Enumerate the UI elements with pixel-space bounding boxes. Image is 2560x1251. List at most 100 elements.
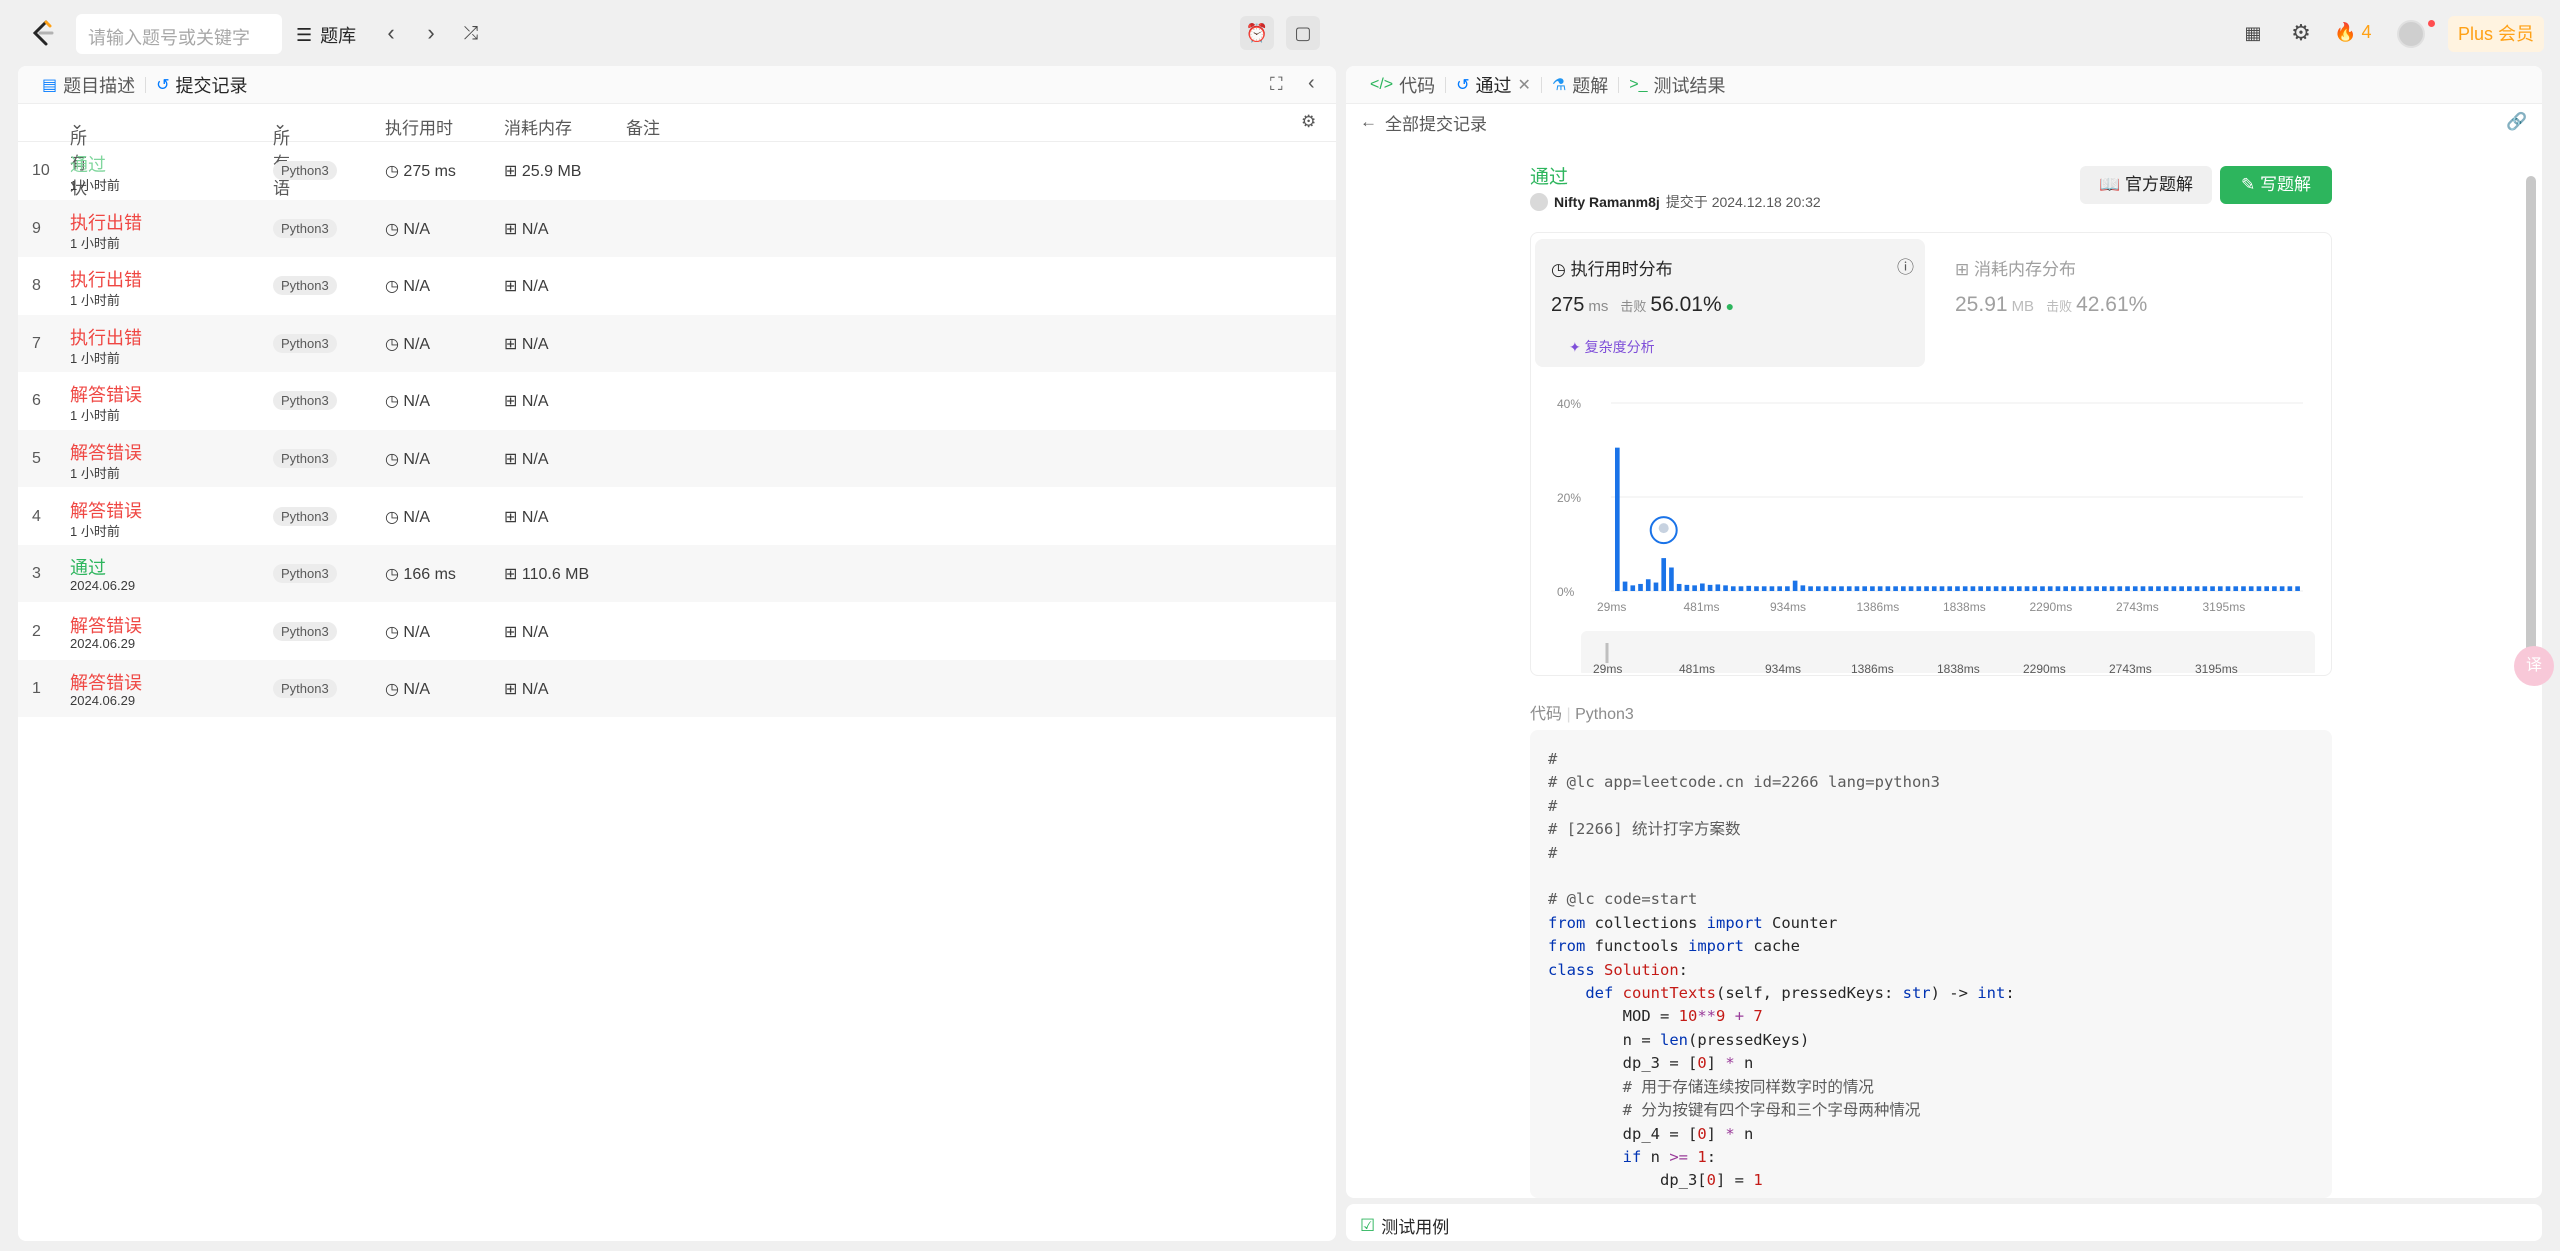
table-row[interactable]: 8 执行出错 1 小时前 Python3 ◷ N/A ⊞ N/A <box>18 257 1336 314</box>
fullscreen-icon[interactable]: ⛶ <box>1270 74 1283 95</box>
runtime-value: 275 ms 击败 56.01% ● <box>1551 293 1735 316</box>
chip-icon: ⊞ <box>504 508 518 526</box>
table-row[interactable]: 6 解答错误 1 小时前 Python3 ◷ N/A ⊞ N/A <box>18 372 1336 429</box>
chart-bar <box>1707 584 1713 591</box>
row-status[interactable]: 通过 <box>70 151 106 177</box>
chart-bar <box>2024 586 2030 591</box>
info-icon[interactable]: ⓘ <box>1897 253 1914 278</box>
table-row[interactable]: 3 通过 2024.06.29 Python3 ◷ 166 ms ⊞ 110.6 MB <box>18 545 1336 603</box>
close-tab-icon[interactable]: ✕ <box>1518 75 1531 95</box>
row-language-badge: Python3 <box>273 621 337 641</box>
row-memory: ⊞ N/A <box>504 335 549 353</box>
row-status[interactable]: 执行出错 <box>70 324 142 350</box>
terminal-icon: >_ <box>1629 75 1648 93</box>
chart-bar <box>1669 567 1674 591</box>
chart-bar <box>1785 586 1790 591</box>
leetcode-logo-icon[interactable] <box>28 18 58 48</box>
search-input[interactable]: 请输入题号或关键字 <box>76 14 282 54</box>
official-solution-button[interactable]: 📖 官方题解 <box>2080 166 2212 204</box>
x-tick-label: 1386ms <box>1857 600 1900 614</box>
user-avatar-icon <box>1658 523 1669 534</box>
clock-icon: ◷ <box>385 566 399 584</box>
language-filter[interactable]: 所有语言 ⌄ <box>273 114 290 223</box>
row-status[interactable]: 解答错误 <box>70 669 142 695</box>
complexity-analysis-link[interactable]: ✦ 复杂度分析 <box>1569 337 1655 357</box>
settings-gear-icon[interactable]: ⚙ <box>2288 20 2314 46</box>
runtime-distribution-chart[interactable]: 40% 20% 0% 29ms 481ms 934ms 1386ms 1838ms 2290ms… <box>1531 373 2331 673</box>
fire-icon: 🔥 <box>2334 22 2357 42</box>
chart-bar <box>2071 586 2076 591</box>
table-settings-icon[interactable]: ⚙ <box>1301 112 1316 132</box>
tab-solutions[interactable]: ⚗ 题解 <box>1542 72 1618 98</box>
streak-counter[interactable]: 🔥 4 <box>2334 22 2371 43</box>
tab-result[interactable]: ↺ 通过 ✕ <box>1446 72 1541 98</box>
chart-bar <box>1916 586 1922 591</box>
collapse-icon[interactable]: ‹ <box>1308 72 1315 95</box>
user-avatar[interactable] <box>2397 20 2425 48</box>
slider-tick-label: 2290ms <box>2023 662 2066 673</box>
row-runtime: ◷ N/A <box>385 278 431 296</box>
random-problem-icon[interactable]: ⤮ <box>458 20 484 46</box>
edit-icon: ✎ <box>2241 175 2256 194</box>
table-row[interactable]: 1 解答错误 2024.06.29 Python3 ◷ N/A ⊞ N/A <box>18 660 1336 718</box>
slider-tick-label: 934ms <box>1765 662 1801 673</box>
test-cases-tab[interactable]: ☑ 测试用例 <box>1360 1213 1449 1238</box>
row-status[interactable]: 解答错误 <box>70 439 142 465</box>
chart-bar <box>1893 586 1898 591</box>
chart-bar <box>1661 558 1667 591</box>
chart-bar <box>1684 584 1690 591</box>
submission-table-header: 所有状态 ⌄ 所有语言 ⌄ 执行用时 消耗内存 备注 ⚙ <box>18 104 1336 223</box>
vertical-scrollbar[interactable] <box>2526 176 2536 656</box>
row-status[interactable]: 执行出错 <box>70 209 142 235</box>
slider-tick-label: 1386ms <box>1851 662 1894 673</box>
chart-bar <box>2171 586 2177 591</box>
table-row[interactable]: 7 执行出错 1 小时前 Python3 ◷ N/A ⊞ N/A <box>18 314 1336 372</box>
table-row[interactable]: 9 执行出错 1 小时前 Python3 ◷ N/A ⊞ N/A <box>18 199 1336 257</box>
chart-bar <box>2109 586 2115 591</box>
chart-bar <box>2272 586 2277 591</box>
chart-bar <box>2241 586 2246 591</box>
chip-icon: ⊞ <box>504 451 518 468</box>
code-block[interactable]: # # @lc app=leetcode.cn id=2266 lang=pyt… <box>1530 730 2332 1198</box>
chart-bar <box>2078 586 2084 591</box>
row-status[interactable]: 执行出错 <box>70 266 142 292</box>
status-filter[interactable]: 所有状态 ⌄ <box>70 114 87 223</box>
tab-test-result[interactable]: >_ 测试结果 <box>1619 72 1735 98</box>
prev-problem-icon[interactable]: ‹ <box>378 20 404 46</box>
row-status[interactable]: 通过 <box>70 554 106 580</box>
layout-grid-icon[interactable]: ▦ <box>2240 20 2266 46</box>
notes-icon[interactable]: ▢ <box>1286 16 1320 50</box>
memory-card[interactable]: ⊞ 消耗内存分布 <box>1955 255 2076 280</box>
row-runtime: ◷ N/A <box>385 508 431 526</box>
notification-dot <box>2428 20 2435 27</box>
top-navigation-bar: 请输入题号或关键字 ☰ 题库 ‹ › ⤮ ⏰ ▢ ▦ ⚙ 🔥 4 Plus 会员 <box>0 0 2560 66</box>
row-index: 9 <box>32 219 41 237</box>
row-status[interactable]: 解答错误 <box>70 612 142 638</box>
chart-bar <box>2055 586 2061 591</box>
tab-code[interactable]: </> 代码 <box>1360 72 1445 98</box>
tab-submissions[interactable]: ↺ 提交记录 <box>146 72 257 98</box>
alarm-clock-icon[interactable]: ⏰ <box>1240 16 1274 50</box>
next-problem-icon[interactable]: › <box>418 20 444 46</box>
row-memory: ⊞ N/A <box>504 393 549 411</box>
slider-tick-label: 29ms <box>1593 662 1622 673</box>
table-row[interactable]: 2 解答错误 2024.06.29 Python3 ◷ N/A ⊞ N/A <box>18 603 1336 660</box>
translate-icon[interactable]: 译 <box>2514 646 2554 686</box>
row-status[interactable]: 解答错误 <box>70 381 142 407</box>
back-to-submissions[interactable]: ← 全部提交记录 🔗 <box>1346 104 2542 140</box>
table-row[interactable]: 5 解答错误 1 小时前 Python3 ◷ N/A ⊞ N/A <box>18 430 1336 487</box>
row-status[interactable]: 解答错误 <box>70 497 142 523</box>
runtime-card[interactable]: ◷ 执行用时分布 ⓘ 275 ms 击败 56.01% ● ✦ 复杂度分析 <box>1535 239 1925 367</box>
row-index: 6 <box>32 392 41 410</box>
link-icon[interactable]: 🔗 <box>2506 112 2527 132</box>
problem-bank-link[interactable]: ☰ 题库 <box>296 22 356 48</box>
write-solution-button[interactable]: ✎ 写题解 <box>2220 166 2332 204</box>
plus-membership-button[interactable]: Plus 会员 <box>2448 16 2544 52</box>
row-language-badge: Python3 <box>273 679 337 699</box>
table-row[interactable]: 4 解答错误 1 小时前 Python3 ◷ N/A ⊞ N/A <box>18 488 1336 545</box>
tab-description[interactable]: ▤ 题目描述 <box>32 72 145 98</box>
table-row[interactable]: 10 通过 1 小时前 Python3 ◷ 275 ms ⊞ 25.9 MB <box>18 142 1336 199</box>
row-language-badge: Python3 <box>273 218 337 238</box>
flask-icon: ⚗ <box>1551 76 1567 94</box>
chart-bar <box>1986 586 1991 591</box>
